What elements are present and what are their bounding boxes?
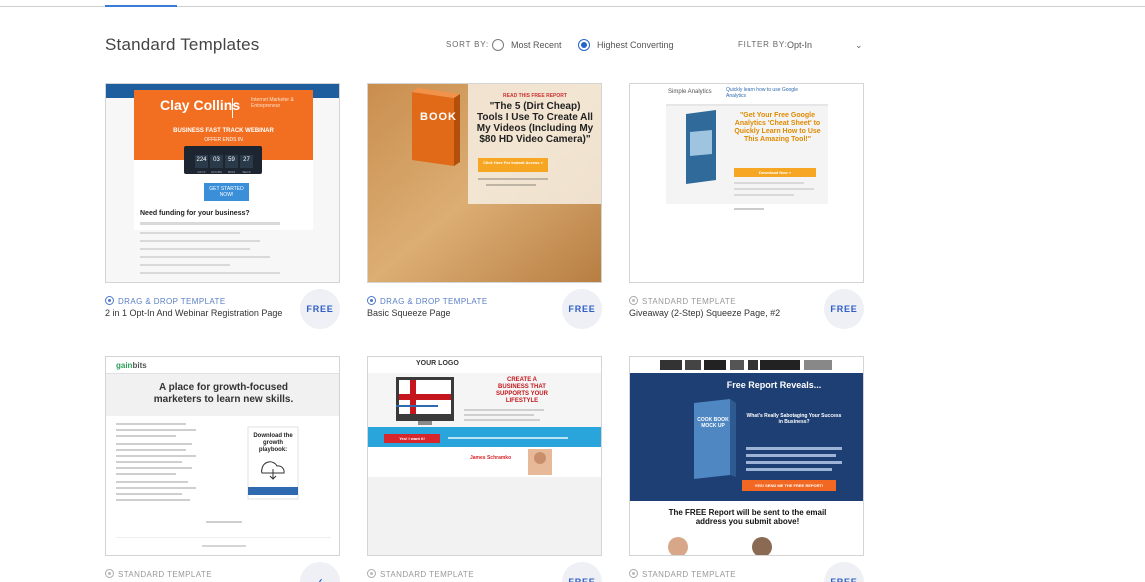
preview-cta: Download Now » (759, 170, 791, 175)
sort-most-recent-radio[interactable] (492, 39, 504, 51)
template-type: STANDARD TEMPLATE (629, 296, 736, 306)
preview-brand: Clay Collins (160, 97, 241, 113)
preview-book: COOK BOOK MOCK UP (697, 417, 729, 429)
preview-headline: CREATE A BUSINESS THAT SUPPORTS YOUR LIF… (496, 377, 548, 404)
template-name[interactable]: Giveaway (2-Step) Squeeze Page, #2 (629, 308, 780, 318)
preview-brand-sub: Internet Marketer & Entrepreneur (251, 97, 294, 109)
standard-template-icon (629, 296, 638, 305)
template-type: STANDARD TEMPLATE (629, 569, 736, 579)
standard-template-icon (629, 569, 638, 578)
sort-highest-converting-label[interactable]: Highest Converting (597, 40, 674, 50)
preview-headline: Free Report Reveals... (726, 380, 822, 390)
preview-cta: Click Here For Instant Access » (483, 160, 543, 165)
template-type: DRAG & DROP TEMPLATE (367, 296, 488, 306)
template-card-thumbnail[interactable]: gainbits A place for growth-focused mark… (105, 356, 340, 556)
filter-select[interactable]: Opt-In (787, 40, 812, 50)
standard-template-icon (367, 569, 376, 578)
template-type: STANDARD TEMPLATE (367, 569, 474, 579)
chevron-down-icon[interactable]: ⌄ (855, 40, 863, 51)
preview-subhead: What's Really Sabotaging Your Success in… (746, 413, 842, 425)
preview-headline: A place for growth-focused marketers to … (153, 382, 294, 405)
drag-drop-icon (367, 296, 376, 305)
preview-cta: GET STARTED NOW! (209, 186, 244, 198)
countdown-days: 224 (196, 157, 207, 163)
preview-headline: BUSINESS FAST TRACK WEBINAR (173, 128, 274, 134)
preview-logo: YOUR LOGO (416, 360, 459, 367)
template-card-thumbnail[interactable]: YOUR LOGO CREATE A BUSINESS THAT SUPPORT… (367, 356, 602, 556)
free-badge[interactable]: FREE (300, 289, 340, 329)
preview-top-line: Quickly learn how to use Google Analytic… (726, 87, 798, 99)
template-type: DRAG & DROP TEMPLATE (105, 296, 226, 306)
preview-bottom: The FREE Report will be sent to the emai… (668, 508, 827, 526)
preview-side-heading: Download the growth playbook: (253, 433, 293, 453)
template-card-thumbnail[interactable]: BOOK READ THIS FREE REPORT "The 5 (Dirt … (367, 83, 602, 283)
template-name[interactable]: 2 in 1 Opt-In And Webinar Registration P… (105, 308, 282, 318)
free-badge[interactable]: FREE (824, 562, 864, 582)
preview-kicker: READ THIS FREE REPORT (503, 93, 567, 99)
active-tab-indicator (105, 5, 177, 7)
sort-by-label: SORT BY: (446, 40, 490, 49)
template-card-thumbnail[interactable]: Simple Analytics Quickly learn how to us… (629, 83, 864, 283)
free-badge[interactable]: FREE (824, 289, 864, 329)
purchased-badge[interactable]: ✓ (300, 562, 340, 582)
preview-person: James Schramko (470, 455, 512, 461)
template-name[interactable]: Basic Squeeze Page (367, 308, 451, 318)
countdown-hours: 03 (213, 157, 220, 163)
countdown-label: SECS (242, 170, 251, 174)
sort-most-recent-label[interactable]: Most Recent (511, 40, 562, 50)
countdown-label: MINS (227, 170, 236, 174)
preview-headline: "Get Your Free Google Analytics 'Cheat S… (734, 112, 821, 143)
template-card-thumbnail[interactable]: Clay Collins Internet Marketer & Entrepr… (105, 83, 340, 283)
filter-by-label: FILTER BY: (738, 40, 788, 49)
preview-cta: YES! SEND ME THE FREE REPORT! (754, 483, 824, 488)
preview-cta: Yes! I want it! (399, 436, 425, 441)
drag-drop-icon (105, 296, 114, 305)
preview-subhead: OFFER ENDS IN (204, 137, 243, 143)
preview-body-heading: Need funding for your business? (140, 210, 250, 217)
template-type: STANDARD TEMPLATE (105, 569, 212, 579)
sort-highest-converting-radio[interactable] (578, 39, 590, 51)
page-title: Standard Templates (105, 35, 260, 54)
preview-book: BOOK (420, 111, 457, 123)
preview-headline: "The 5 (Dirt Cheap) Tools I Use To Creat… (476, 101, 594, 145)
preview-brand: gainbits (116, 361, 147, 370)
free-badge[interactable]: FREE (562, 289, 602, 329)
countdown-label: HOURS (211, 170, 222, 174)
countdown-secs: 27 (243, 157, 250, 163)
template-preview-webinar (106, 84, 339, 282)
preview-brand: Simple Analytics (668, 89, 712, 95)
standard-template-icon (105, 569, 114, 578)
template-card-thumbnail[interactable]: Free Report Reveals... What's Really Sab… (629, 356, 864, 556)
countdown-label: DAYS (197, 170, 206, 174)
countdown-mins: 59 (228, 157, 235, 163)
free-badge[interactable]: FREE (562, 562, 602, 582)
